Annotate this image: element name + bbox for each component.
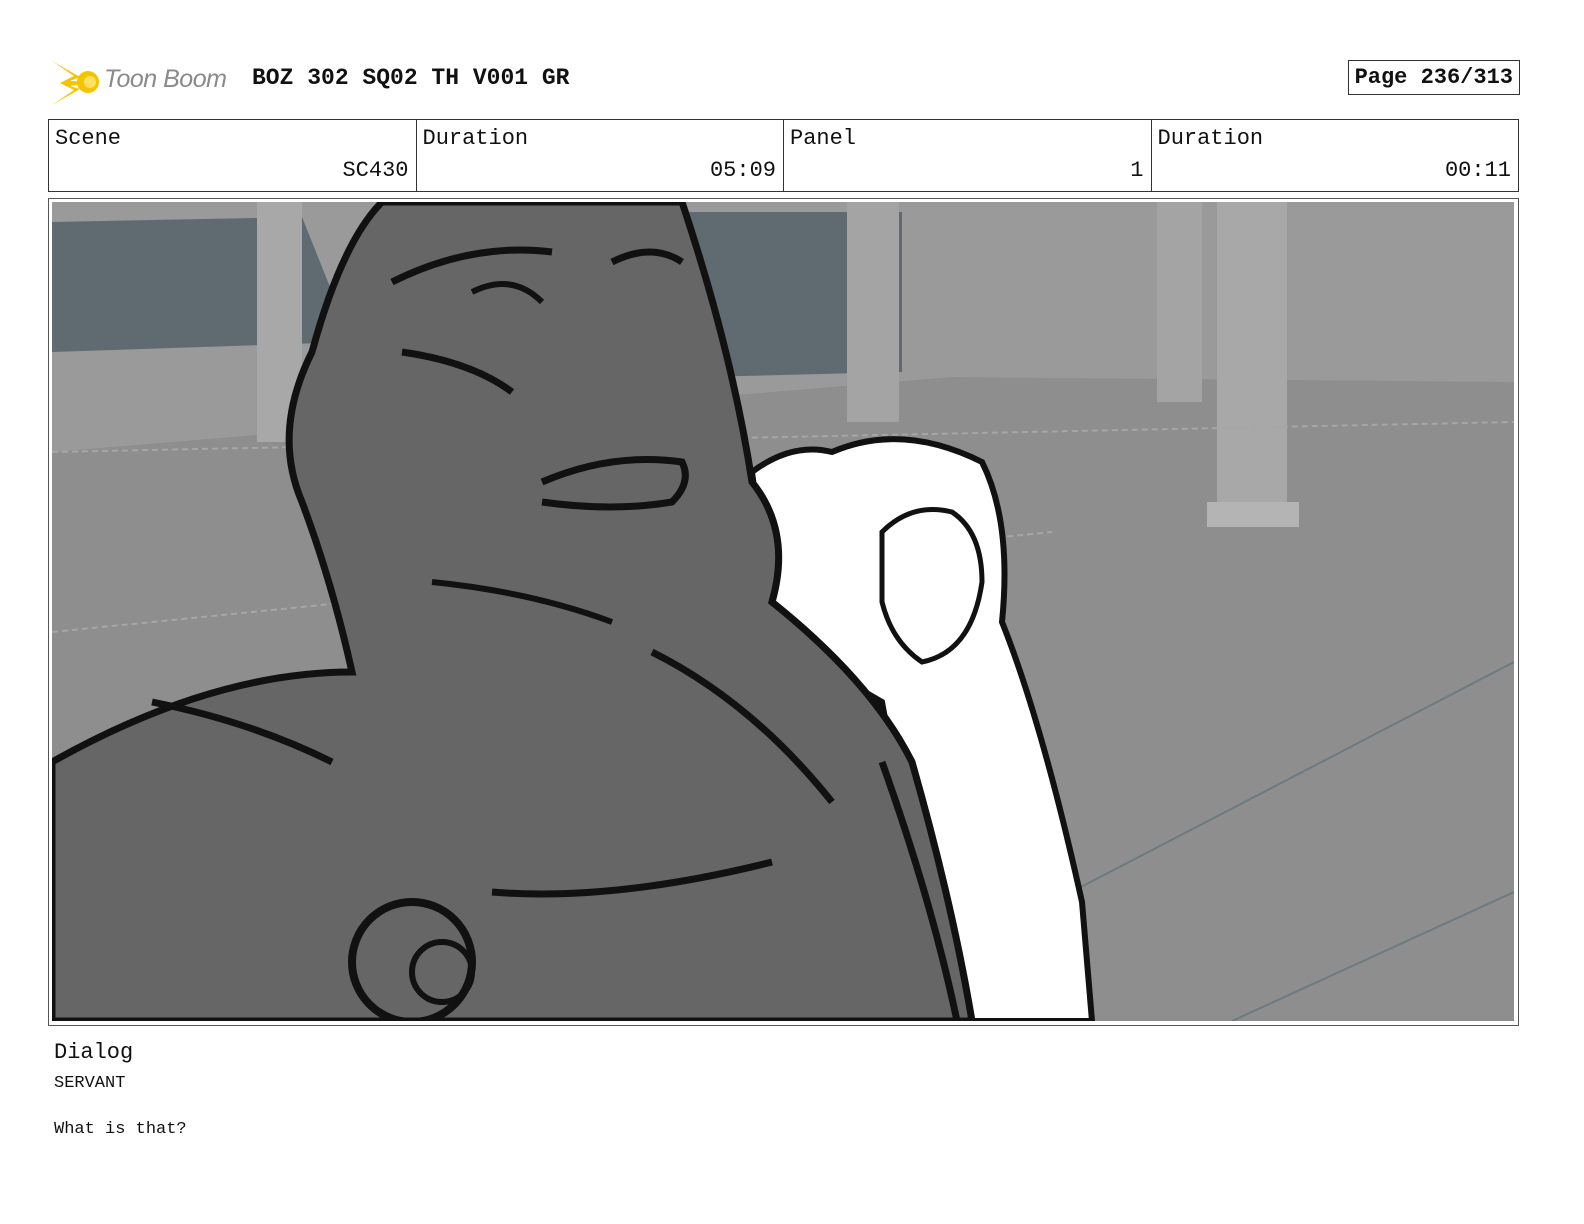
toon-boom-logo: Toon Boom (50, 57, 240, 105)
dialog-speaker: SERVANT (54, 1074, 126, 1093)
scene-duration-label: Duration (422, 126, 529, 151)
panel-duration-label: Duration (1157, 126, 1264, 151)
toon-boom-starburst-icon (52, 61, 99, 105)
scene-label: Scene (55, 126, 122, 151)
panel-cell: Panel 1 (784, 120, 1152, 191)
dialog-label: Dialog (54, 1040, 134, 1065)
scene-info-table: Scene SC430 Duration 05:09 Panel 1 Durat… (48, 119, 1519, 192)
panel-duration-cell: Duration 00:11 (1152, 120, 1519, 191)
storyboard-panel-frame (48, 198, 1519, 1026)
panel-label: Panel (790, 126, 857, 151)
scene-duration-cell: Duration 05:09 (417, 120, 784, 191)
logo-text: Toon Boom (104, 65, 227, 93)
storyboard-panel-image (52, 202, 1514, 1021)
page-header: Toon Boom BOZ 302 SQ02 TH V001 GR Page 2… (50, 55, 1520, 105)
page-number: Page 236/313 (1347, 60, 1520, 95)
scene-duration-value: 05:09 (709, 158, 776, 183)
panel-duration-value: 00:11 (1444, 158, 1511, 183)
scene-cell: Scene SC430 (49, 120, 417, 191)
panel-value: 1 (1130, 158, 1144, 183)
scene-value: SC430 (342, 158, 409, 183)
dialog-line: What is that? (54, 1120, 187, 1139)
storyboard-sketch-image (52, 202, 1514, 1021)
document-title: BOZ 302 SQ02 TH V001 GR (252, 65, 570, 91)
